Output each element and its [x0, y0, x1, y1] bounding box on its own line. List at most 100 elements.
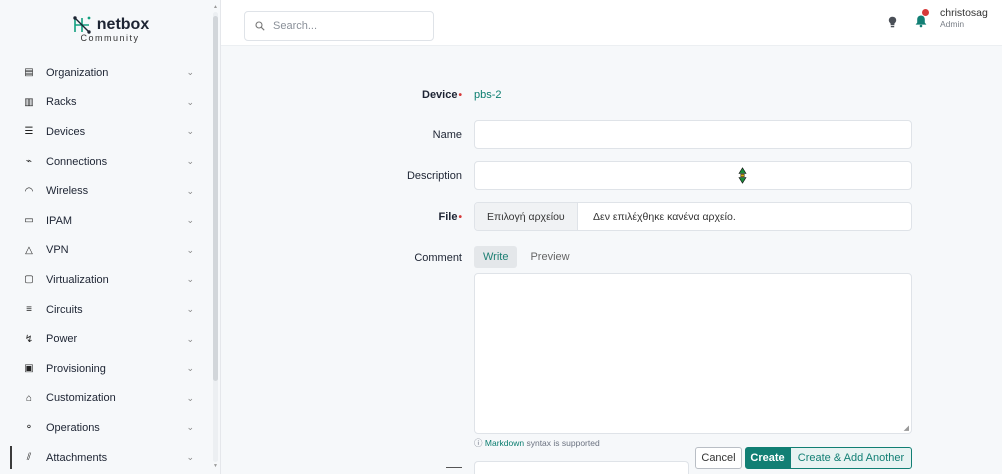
paperclip-icon: ⫽ [26, 452, 32, 464]
markdown-hint: ⓘ Markdown syntax is supported [474, 437, 600, 449]
tab-preview[interactable]: Preview [521, 246, 578, 268]
chevron-down-icon: ⌄ [186, 215, 194, 226]
sidebar-item-customization[interactable]: ⌂ Customization ⌄ [0, 384, 210, 414]
chevron-down-icon: ⌄ [186, 333, 194, 344]
sidebar-item-attachments[interactable]: ⫽ Attachments ⌄ [0, 443, 210, 473]
description-label: Description [406, 170, 462, 182]
user-role: Admin [940, 19, 965, 29]
search-box[interactable] [244, 11, 434, 41]
sidebar-item-label: Operations [46, 421, 100, 434]
description-input[interactable] [475, 162, 911, 189]
device-label: Device• [300, 89, 462, 101]
sidebar-scrollbar[interactable]: ▲ ▼ [212, 4, 219, 470]
chevron-down-icon: ⌄ [186, 96, 194, 107]
building-icon: ▤ [24, 67, 34, 79]
markdown-link[interactable]: Markdown [485, 438, 524, 448]
device-link[interactable]: pbs-2 [474, 89, 502, 101]
comment-tabs: Write Preview [474, 246, 579, 268]
sidebar-item-devices[interactable]: ☰ Devices ⌄ [0, 117, 210, 147]
comment-label: Comment [414, 252, 462, 264]
sidebar-item-label: Connections [46, 155, 108, 168]
sidebar-item-racks[interactable]: ▥ Racks ⌄ [0, 88, 210, 118]
palette-icon: ⌂ [25, 392, 33, 404]
required-marker: • [458, 90, 462, 101]
sidebar-item-label: IPAM [46, 214, 73, 227]
netbox-logo-icon [73, 15, 91, 34]
markdown-hint-text: syntax is supported [524, 438, 600, 448]
password-manager-icon[interactable] [738, 167, 747, 184]
chevron-down-icon: ⌄ [186, 422, 194, 433]
device-label-text: Device [422, 89, 458, 101]
notifications-bell[interactable] [914, 9, 929, 31]
sidebar-item-operations[interactable]: ⚬ Operations ⌄ [0, 413, 210, 443]
chevron-down-icon: ⌄ [186, 304, 194, 315]
brand-subtitle: Community [80, 32, 140, 43]
scroll-down-arrow-icon[interactable]: ▼ [212, 463, 219, 469]
plug-icon: ↯ [24, 333, 34, 345]
sidebar-item-ipam[interactable]: ▭ IPAM ⌄ [0, 206, 210, 236]
comment-textarea[interactable]: ◢ [474, 273, 912, 434]
tab-write[interactable]: Write [474, 246, 518, 268]
sidebar-item-provisioning[interactable]: ▣ Provisioning ⌄ [0, 354, 210, 384]
file-label: File• [300, 211, 462, 223]
scroll-up-arrow-icon[interactable]: ▲ [212, 4, 219, 10]
sidebar: netbox Community ▤ Organization ⌄ ▥ Rack… [0, 0, 221, 474]
name-label: Name [432, 129, 462, 141]
chevron-down-icon: ⌄ [186, 185, 194, 196]
cancel-button[interactable]: Cancel [695, 447, 742, 469]
ipam-icon: ▭ [24, 215, 34, 227]
chevron-down-icon: ⌄ [186, 244, 194, 255]
sidebar-nav: ▤ Organization ⌄ ▥ Racks ⌄ ☰ Devices ⌄ ⌁… [0, 58, 210, 472]
vpn-icon: △ [25, 244, 33, 256]
sidebar-item-label: Wireless [46, 185, 89, 198]
sidebar-item-label: Virtualization [46, 273, 109, 286]
top-bar: christosag Admin [221, 0, 1002, 46]
sidebar-item-organization[interactable]: ▤ Organization ⌄ [0, 58, 210, 88]
monitor-icon: ▢ [24, 274, 34, 286]
sidebar-item-label: Power [46, 333, 78, 346]
sidebar-item-circuits[interactable]: ≡ Circuits ⌄ [0, 295, 210, 325]
sidebar-item-label: Organization [46, 66, 109, 79]
create-button[interactable]: Create [745, 447, 790, 469]
lightbulb-icon[interactable] [888, 16, 897, 29]
name-input[interactable] [475, 121, 911, 148]
sidebar-item-label: Devices [46, 125, 86, 138]
connection-icon: ⌁ [25, 156, 33, 168]
server-icon: ☰ [24, 126, 34, 138]
name-field[interactable] [474, 120, 912, 149]
circuit-icon: ≡ [26, 304, 32, 316]
search-icon [255, 21, 265, 31]
user-name: christosag [940, 7, 988, 19]
info-icon: ⓘ [474, 438, 483, 448]
notification-badge [922, 9, 929, 16]
bell-icon [915, 15, 927, 28]
sidebar-item-label: Circuits [46, 303, 83, 316]
choose-file-button[interactable]: Επιλογή αρχείου [475, 203, 578, 230]
operations-icon: ⚬ [24, 422, 34, 434]
chevron-down-icon: ⌄ [186, 452, 194, 463]
search-input[interactable] [273, 20, 423, 32]
resize-handle-icon[interactable]: ◢ [904, 424, 909, 432]
brand-name: netbox [96, 15, 150, 33]
sidebar-item-virtualization[interactable]: ▢ Virtualization ⌄ [0, 265, 210, 295]
file-icon: ▣ [24, 363, 34, 375]
chevron-down-icon: ⌄ [186, 274, 194, 285]
create-add-another-button[interactable]: Create & Add Another [790, 447, 912, 469]
user-menu[interactable]: christosag Admin [940, 8, 988, 30]
sidebar-item-vpn[interactable]: △ VPN ⌄ [0, 236, 210, 266]
sidebar-item-wireless[interactable]: ◠ Wireless ⌄ [0, 176, 210, 206]
sidebar-item-connections[interactable]: ⌁ Connections ⌄ [0, 147, 210, 177]
file-status: Δεν επιλέχθηκε κανένα αρχείο. [593, 210, 736, 223]
file-field[interactable]: Επιλογή αρχείου Δεν επιλέχθηκε κανένα αρ… [474, 202, 912, 231]
next-field[interactable] [474, 461, 689, 474]
chevron-down-icon: ⌄ [186, 67, 194, 78]
description-field[interactable] [474, 161, 912, 190]
chevron-down-icon: ⌄ [186, 156, 194, 167]
sidebar-item-label: Racks [46, 96, 77, 109]
chevron-down-icon: ⌄ [186, 392, 194, 403]
sidebar-item-power[interactable]: ↯ Power ⌄ [0, 324, 210, 354]
required-marker: • [458, 212, 462, 223]
scrollbar-thumb[interactable] [213, 16, 218, 381]
brand[interactable]: netbox Community [0, 0, 220, 58]
file-label-text: File [438, 211, 458, 223]
